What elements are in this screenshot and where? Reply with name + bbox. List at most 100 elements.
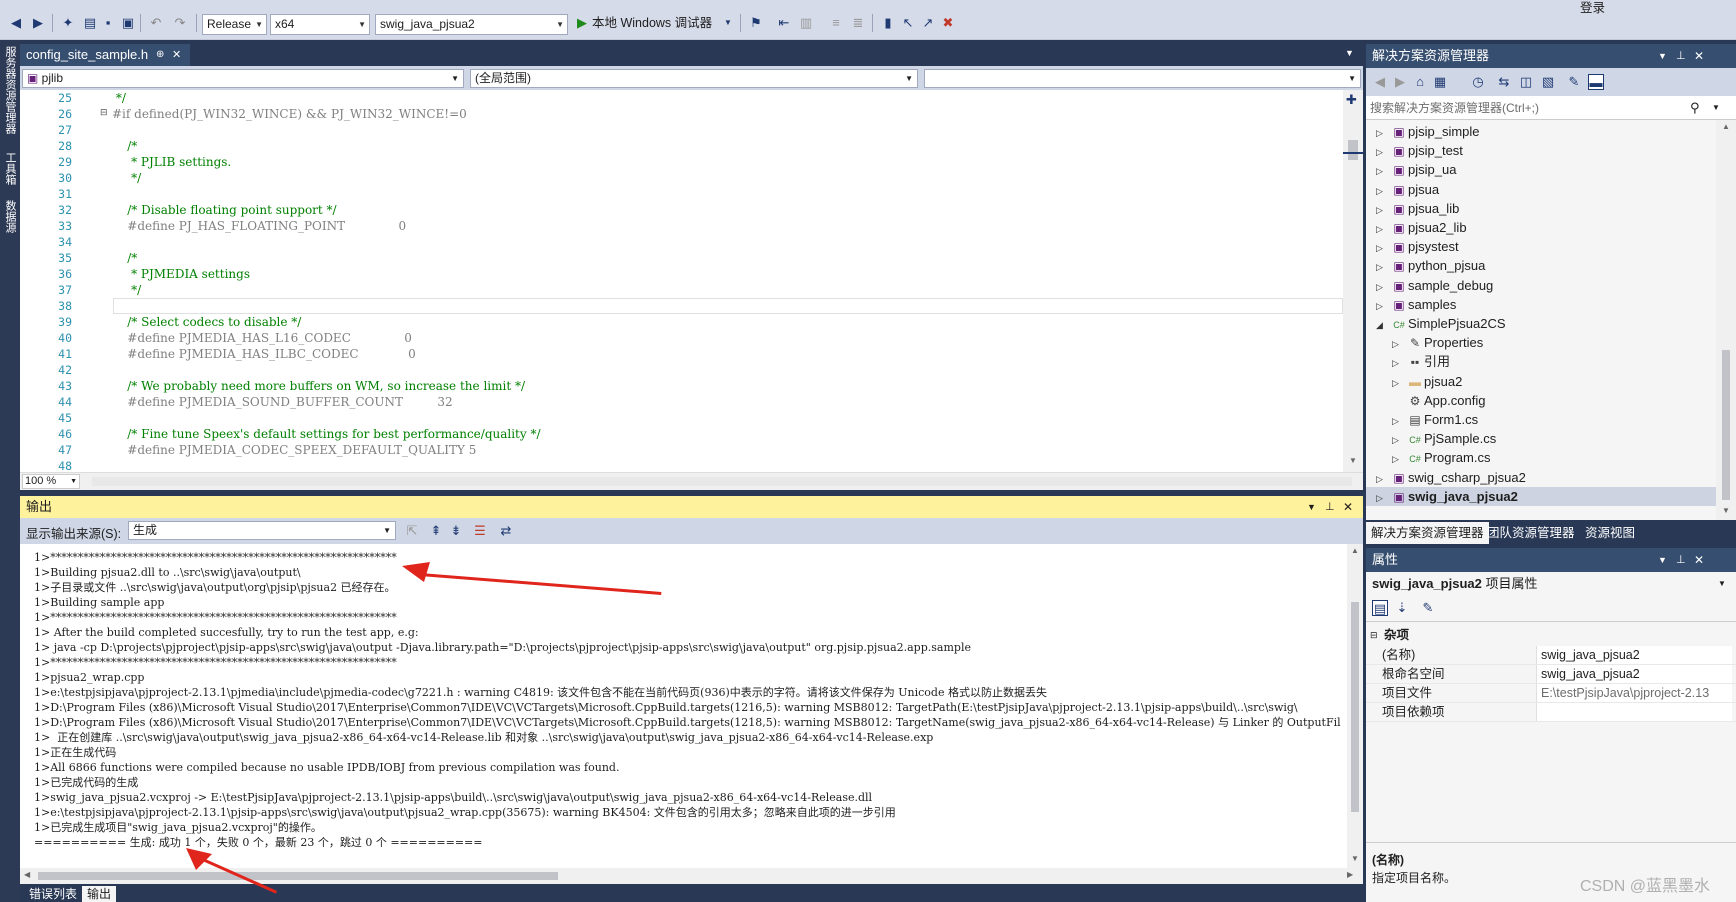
expand-icon[interactable]: ▷ xyxy=(1392,354,1406,373)
save-icon[interactable]: ▪ xyxy=(100,15,116,31)
sync-icon[interactable]: ⇆ xyxy=(1496,74,1512,90)
tree-item[interactable]: ▷ ▣ pjsua_lib xyxy=(1366,199,1716,218)
server-explorer-tab[interactable]: 服务器资源管理器 xyxy=(2,46,18,134)
code-line[interactable]: * PJMEDIA settings xyxy=(112,267,250,281)
prev-message-icon[interactable]: ⇞ xyxy=(428,523,444,539)
search-icon[interactable]: ⚲ xyxy=(1690,96,1700,120)
tree-item[interactable]: ▷ ✎ Properties xyxy=(1366,333,1716,352)
show-all-files-icon[interactable]: ▧ xyxy=(1540,74,1556,90)
forward-icon[interactable]: ▶ xyxy=(1392,74,1408,90)
chevron-down-icon[interactable]: ▼ xyxy=(1722,506,1730,515)
chevron-down-icon[interactable]: ▼ xyxy=(1658,44,1667,68)
expand-icon[interactable]: ▷ xyxy=(1376,470,1390,489)
chevron-down-icon[interactable]: ▼ xyxy=(1349,456,1357,465)
categorized-icon[interactable]: ▤ xyxy=(1372,600,1388,616)
code-line[interactable]: /* We probably need more buffers on WM, … xyxy=(112,379,525,393)
tree-item[interactable]: ▷ ▤ Form1.cs xyxy=(1366,410,1716,429)
property-pages-icon[interactable]: ✎ xyxy=(1420,600,1436,616)
new-project-icon[interactable]: ✦ xyxy=(60,15,76,31)
tab-resource-view[interactable]: 资源视图 xyxy=(1580,522,1640,544)
tree-item[interactable]: ▷ ▣ samples xyxy=(1366,295,1716,314)
code-line[interactable]: /* xyxy=(112,251,137,265)
tree-item[interactable]: ▷ ▣ pjsip_ua xyxy=(1366,160,1716,179)
code-line[interactable]: #define PJMEDIA_HAS_ILBC_CODEC 0 xyxy=(112,347,416,361)
project-dropdown[interactable]: ▣ pjlib ▼ xyxy=(22,69,464,88)
next-message-icon[interactable]: ⇟ xyxy=(448,523,464,539)
zoom-select[interactable]: 100 % ▼ xyxy=(22,474,80,489)
code-line[interactable]: /* Select codecs to disable */ xyxy=(112,315,301,329)
code-line[interactable]: #define PJ_HAS_FLOATING_POINT 0 xyxy=(112,219,406,233)
forward-icon[interactable]: ▶ xyxy=(30,15,46,31)
outline-collapse-icon[interactable]: ⊟ xyxy=(100,107,108,118)
code-line[interactable]: /* xyxy=(112,139,137,153)
tree-item[interactable]: ▷ ▪▪ 引用 xyxy=(1366,352,1716,371)
chevron-up-icon[interactable]: ▲ xyxy=(1351,546,1359,555)
pin-icon[interactable]: ⊥ xyxy=(1325,496,1335,518)
clear-bookmarks-icon[interactable]: ✖ xyxy=(940,15,956,31)
tree-item[interactable]: ▷ ▬ pjsua2 xyxy=(1366,372,1716,391)
expand-icon[interactable]: ▷ xyxy=(1376,201,1390,220)
tab-team-explorer[interactable]: 团队资源管理器 xyxy=(1482,522,1580,544)
chevron-down-icon[interactable]: ▼ xyxy=(1345,48,1354,58)
pin-icon[interactable]: ⊥ xyxy=(1676,44,1686,68)
next-bookmark-icon[interactable]: ↗ xyxy=(920,15,936,31)
collapse-all-icon[interactable]: ◫ xyxy=(1518,74,1534,90)
pin-icon[interactable]: ⊥ xyxy=(1676,548,1686,572)
property-category[interactable]: ⊟ 杂项 xyxy=(1366,626,1736,645)
expand-icon[interactable]: ▷ xyxy=(1376,220,1390,239)
tree-item[interactable]: ▷ C# Program.cs xyxy=(1366,448,1716,467)
back-icon[interactable]: ◀ xyxy=(1372,74,1388,90)
expand-icon[interactable]: ▷ xyxy=(1392,412,1406,431)
goto-line-icon[interactable]: ⇱ xyxy=(404,523,420,539)
expand-icon[interactable]: ▷ xyxy=(1392,374,1406,393)
startup-project-select[interactable]: swig_java_pjsua2 ▼ xyxy=(375,14,568,35)
tree-item[interactable]: ▷ ▣ pjsystest xyxy=(1366,237,1716,256)
tree-item[interactable]: ▷ ▣ python_pjsua xyxy=(1366,256,1716,275)
switch-views-icon[interactable]: ▦ xyxy=(1432,74,1448,90)
expand-icon[interactable]: ▷ xyxy=(1392,431,1406,450)
property-row[interactable]: 项目依赖项 xyxy=(1366,703,1736,722)
wrench-icon[interactable]: ✎ xyxy=(1566,74,1582,90)
expand-icon[interactable]: ▷ xyxy=(1392,450,1406,469)
tree-item[interactable]: ▷ ▣ pjsip_test xyxy=(1366,141,1716,160)
expand-icon[interactable]: ▷ xyxy=(1376,182,1390,201)
scroll-thumb[interactable] xyxy=(1351,602,1359,812)
collapse-icon[interactable]: ⊟ xyxy=(1370,626,1378,645)
close-icon[interactable]: ✕ xyxy=(1343,496,1353,518)
chevron-down-icon[interactable]: ▼ xyxy=(1712,96,1720,120)
expand-icon[interactable]: ▷ xyxy=(1376,239,1390,258)
data-sources-tab[interactable]: 数据源 xyxy=(2,200,18,233)
tree-item[interactable]: ▷ C# PjSample.cs xyxy=(1366,429,1716,448)
tree-item[interactable]: ▷ ▣ pjsip_simple xyxy=(1366,122,1716,141)
code-line[interactable]: #define PJMEDIA_SOUND_BUFFER_COUNT 32 xyxy=(112,395,452,409)
property-row[interactable]: (名称) swig_java_pjsua2 xyxy=(1366,646,1736,665)
editor-vertical-scrollbar[interactable]: ✚ ▼ xyxy=(1343,90,1363,472)
expand-icon[interactable]: ▷ xyxy=(1376,278,1390,297)
expanded-icon[interactable]: ◢ xyxy=(1376,316,1390,335)
tab-error-list[interactable]: 错误列表 xyxy=(24,886,82,902)
chevron-left-icon[interactable]: ◀ xyxy=(24,870,30,879)
property-value[interactable]: swig_java_pjsua2 xyxy=(1536,646,1732,664)
chevron-right-icon[interactable]: ▶ xyxy=(1347,870,1353,879)
code-line[interactable]: /* Fine tune Speex's default settings fo… xyxy=(112,427,540,441)
start-debugger-button[interactable]: 本地 Windows 调试器 xyxy=(592,15,712,31)
tree-item[interactable]: ▷ ▣ pjsua xyxy=(1366,180,1716,199)
properties-object-select[interactable]: swig_java_pjsua2 项目属性 ▼ xyxy=(1366,572,1736,596)
code-line[interactable]: #define PJMEDIA_CODEC_SPEEX_DEFAULT_QUAL… xyxy=(112,443,476,457)
alphabetical-icon[interactable]: ⇣ xyxy=(1394,600,1410,616)
property-row[interactable]: 项目文件 E:\testPjsipJava\pjproject-2.13 xyxy=(1366,684,1736,703)
tree-item[interactable]: ▷ ▣ swig_java_pjsua2 xyxy=(1366,486,1716,506)
code-line[interactable]: */ xyxy=(112,91,126,105)
chevron-down-icon[interactable]: ▼ xyxy=(1658,548,1667,572)
solution-tree-scrollbar[interactable]: ▲ ▼ xyxy=(1716,120,1736,520)
property-value[interactable]: E:\testPjsipJava\pjproject-2.13 xyxy=(1536,684,1732,702)
expand-icon[interactable]: ▷ xyxy=(1376,297,1390,316)
scope-dropdown[interactable]: (全局范围) ▼ xyxy=(470,69,918,88)
comment-icon[interactable]: ≡ xyxy=(828,15,844,31)
editor-horizontal-scrollbar[interactable] xyxy=(92,477,1352,486)
code-line[interactable]: #if defined(PJ_WIN32_WINCE) && PJ_WIN32_… xyxy=(112,107,467,121)
solution-config-select[interactable]: Release ▼ xyxy=(202,14,267,35)
pin-icon[interactable]: ⊕ xyxy=(156,44,164,66)
expand-icon[interactable]: ▷ xyxy=(1376,143,1390,162)
close-icon[interactable]: ✕ xyxy=(1694,44,1704,68)
